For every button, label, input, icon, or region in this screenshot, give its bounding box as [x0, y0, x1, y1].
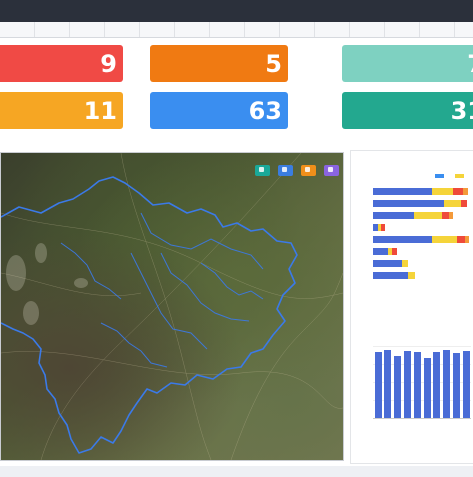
tab-4[interactable]	[105, 22, 140, 37]
map-button-3[interactable]	[300, 165, 316, 176]
layers-icon	[328, 167, 333, 172]
hbar-segment	[391, 248, 397, 255]
vbar	[443, 350, 451, 418]
tab-2[interactable]	[35, 22, 70, 37]
hbar-segment	[373, 236, 432, 243]
hbar-segment	[449, 212, 454, 219]
stat-card-2[interactable]: 5	[150, 45, 288, 82]
statistics-panel	[350, 150, 473, 464]
hbar-segment	[453, 188, 464, 195]
tab-14[interactable]	[455, 22, 473, 37]
hbar-row	[373, 260, 471, 267]
hbar-segment	[461, 200, 468, 207]
hbar-segment	[431, 236, 458, 243]
map-button-1[interactable]	[254, 165, 270, 176]
hbar-segment	[373, 212, 415, 219]
hbar-row	[373, 200, 471, 207]
stat-card-value: 7	[467, 49, 473, 79]
hbar-segment	[457, 236, 466, 243]
map-layer	[1, 153, 343, 460]
vbar	[413, 352, 421, 418]
tab-bar	[0, 22, 473, 38]
hbar-segment	[441, 212, 450, 219]
status-bar	[0, 466, 473, 477]
hbar-segment	[408, 272, 416, 279]
hbar-segment	[373, 260, 403, 267]
vbar	[403, 351, 411, 418]
map-button-4[interactable]	[324, 165, 339, 176]
chart1-legend	[435, 173, 466, 178]
tab-12[interactable]	[385, 22, 420, 37]
stat-card-4[interactable]: 11	[0, 92, 123, 129]
hbar-segment	[443, 200, 462, 207]
tab-11[interactable]	[350, 22, 385, 37]
stat-card-1[interactable]: 9	[0, 45, 123, 82]
map-terrain	[6, 243, 88, 325]
hbar-segment	[373, 200, 444, 207]
stat-card-value: 11	[83, 97, 117, 125]
hbar-segment	[373, 188, 432, 195]
stat-card-3[interactable]: 7	[342, 45, 473, 82]
horizontal-bar-chart	[373, 188, 471, 288]
district-boundaries	[60, 212, 264, 368]
tab-6[interactable]	[175, 22, 210, 37]
tab-7[interactable]	[210, 22, 245, 37]
hbar-segment	[431, 188, 454, 195]
satellite-map[interactable]	[0, 152, 344, 461]
hbar-row	[373, 236, 471, 243]
hbar-row	[373, 188, 471, 195]
person-icon	[258, 167, 264, 172]
tab-9[interactable]	[280, 22, 315, 37]
legend-swatch-blue	[435, 174, 444, 178]
hbar-segment	[402, 260, 409, 267]
chart-icon	[281, 167, 287, 172]
tab-10[interactable]	[315, 22, 350, 37]
vbar	[394, 356, 402, 418]
warning-icon	[304, 167, 310, 172]
vbar	[374, 351, 382, 418]
hbar-segment	[465, 236, 470, 243]
map-toolbar	[252, 156, 339, 176]
hbar-segment	[373, 272, 409, 279]
hbar-segment	[463, 188, 469, 195]
legend-swatch-yellow	[455, 174, 465, 178]
stat-card-value: 9	[100, 50, 117, 78]
vbar	[433, 352, 441, 418]
map-roads	[1, 153, 343, 460]
vbar	[462, 351, 470, 418]
hbar-row	[373, 224, 471, 231]
hbar-row	[373, 248, 471, 255]
hbar-row	[373, 212, 471, 219]
hbar-segment	[380, 224, 385, 231]
map-button-2[interactable]	[277, 165, 293, 176]
app-header	[0, 0, 473, 22]
stat-card-value: 31	[450, 97, 473, 125]
vertical-bar-chart	[373, 346, 471, 419]
hbar-segment	[373, 248, 388, 255]
tab-5[interactable]	[140, 22, 175, 37]
tab-1[interactable]	[0, 22, 35, 37]
tab-13[interactable]	[420, 22, 455, 37]
hbar-segment	[414, 212, 442, 219]
vbar	[452, 353, 460, 418]
stat-card-6[interactable]: 31	[342, 92, 473, 129]
vbar	[384, 349, 392, 418]
tab-3[interactable]	[70, 22, 105, 37]
stat-card-value: 63	[248, 97, 282, 125]
gridline	[373, 346, 471, 347]
stat-card-5[interactable]: 63	[150, 92, 288, 129]
stat-card-value: 5	[265, 50, 282, 78]
vbar	[423, 358, 431, 418]
hbar-row	[373, 272, 471, 279]
tab-8[interactable]	[245, 22, 280, 37]
